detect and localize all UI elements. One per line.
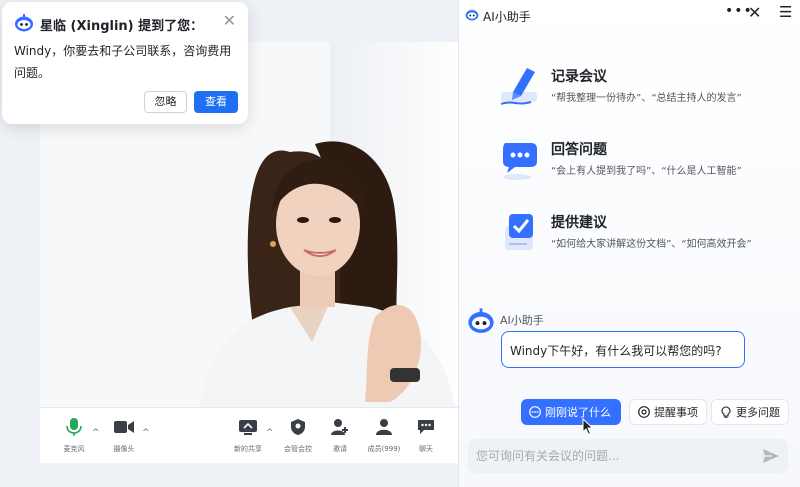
camera-label: 摄像头	[113, 445, 135, 453]
notification-title: 星临 (Xinglin) 提到了您：	[40, 19, 204, 34]
panel-header: AI小助手 ••• ✕ ☰	[459, 0, 800, 30]
camera-icon	[114, 421, 134, 433]
chip-more-questions[interactable]: 更多问题	[711, 399, 789, 425]
panel-title: AI小助手	[483, 10, 531, 24]
new-share-label: 新的共享	[234, 445, 262, 453]
participants-icon	[376, 419, 392, 435]
close-panel-icon[interactable]: ✕	[748, 3, 761, 22]
notification-body: Windy，你要去和子公司联系，咨询费用问题。	[14, 44, 232, 80]
menu-icon[interactable]: ☰	[779, 3, 792, 21]
close-icon[interactable]: ✕	[223, 11, 236, 30]
assistant-name: AI小助手	[500, 314, 544, 327]
feature-title: 提供建议	[551, 215, 607, 231]
chat-dots-icon	[529, 406, 541, 418]
feature-subtitle: “帮我整理一份待办”、“总结主持人的发言”	[551, 93, 742, 104]
feature-give-suggestions[interactable]: 提供建议 “如何给大家讲解这份文档”、“如何高效开会”	[497, 208, 797, 264]
chip-label: 提醒事项	[654, 406, 698, 419]
chat-icon	[418, 420, 434, 434]
mouse-cursor-icon	[582, 418, 594, 436]
chip-label: 刚刚说了什么	[545, 406, 611, 419]
feature-subtitle: “如何给大家讲解这份文档”、“如何高效开会”	[551, 239, 752, 250]
question-input[interactable]	[476, 446, 756, 466]
invite-button[interactable]: 邀请	[318, 416, 362, 454]
camera-button[interactable]: 摄像头	[102, 416, 146, 454]
lightbulb-icon	[721, 406, 731, 418]
microphone-label: 麦克风	[63, 445, 85, 453]
checkbox-doc-icon	[505, 214, 533, 250]
question-input-box	[468, 439, 788, 473]
assistant-avatar	[468, 308, 494, 333]
participant-video	[200, 141, 455, 407]
host-controls-button[interactable]: 会管会控	[276, 416, 320, 454]
ignore-button[interactable]: 忽略	[144, 91, 187, 113]
microphone-icon	[66, 418, 82, 436]
assistant-message: Windy下午好，有什么我可以帮您的吗?	[501, 331, 745, 368]
ai-bot-icon	[465, 9, 479, 21]
mention-notification: 星临 (Xinglin) 提到了您： ✕ Windy，你要去和子公司联系，咨询费…	[2, 2, 248, 124]
feature-title: 回答问题	[551, 142, 607, 158]
meeting-toolbar: 麦克风 ^ 摄像头 ^ 新的共享 ^ 会管会控 邀请 成员(999) 聊天	[40, 407, 460, 463]
chip-label: 更多问题	[736, 406, 780, 419]
send-icon[interactable]	[762, 447, 780, 465]
feature-record-meeting[interactable]: 记录会议 “帮我整理一份待办”、“总结主持人的发言”	[497, 62, 797, 118]
host-controls-icon	[291, 419, 305, 435]
chat-label: 聊天	[419, 445, 433, 453]
share-screen-icon	[239, 420, 257, 435]
new-share-button[interactable]: 新的共享	[226, 416, 270, 454]
microphone-button[interactable]: 麦克风	[52, 416, 96, 454]
microphone-options-chevron-icon[interactable]: ^	[92, 428, 100, 438]
invite-icon	[331, 419, 348, 435]
chip-what-was-said[interactable]: 刚刚说了什么	[521, 399, 621, 425]
at-icon	[638, 406, 650, 418]
feature-subtitle: “会上有人提到我了吗”、“什么是人工智能”	[551, 166, 742, 177]
ai-bot-icon	[15, 14, 33, 32]
participants-label: 成员(999)	[367, 445, 401, 453]
share-options-chevron-icon[interactable]: ^	[266, 428, 274, 438]
camera-options-chevron-icon[interactable]: ^	[142, 428, 150, 438]
host-controls-label: 会管会控	[284, 445, 312, 453]
pen-notes-icon	[500, 68, 537, 105]
feature-title: 记录会议	[551, 69, 607, 85]
chat-button[interactable]: 聊天	[404, 416, 448, 454]
participants-button[interactable]: 成员(999)	[362, 416, 406, 454]
invite-label: 邀请	[333, 445, 347, 453]
feature-answer-questions[interactable]: 回答问题 “会上有人提到我了吗”、“什么是人工智能”	[497, 135, 797, 191]
chip-reminders[interactable]: 提醒事项	[629, 399, 707, 425]
chat-bubble-icon	[503, 143, 537, 180]
view-button[interactable]: 查看	[194, 91, 238, 113]
